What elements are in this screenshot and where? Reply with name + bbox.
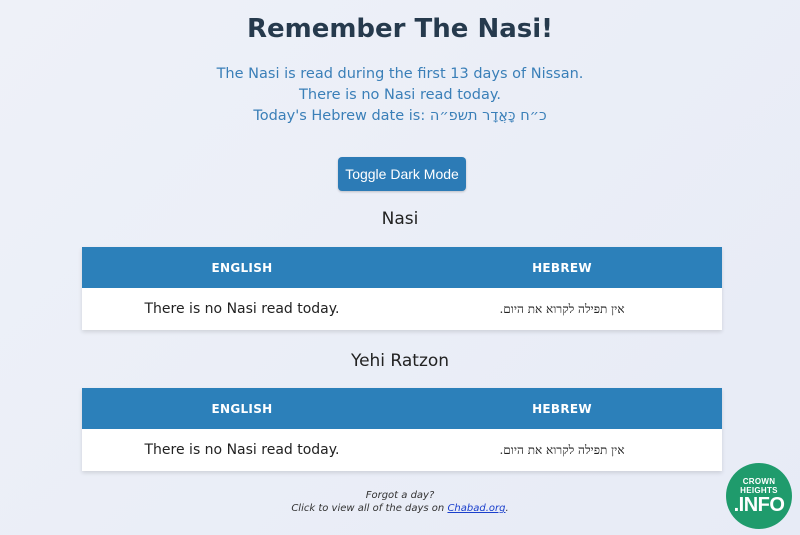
- column-header-hebrew: HEBREW: [402, 247, 722, 288]
- info-line-nissan: The Nasi is read during the first 13 day…: [216, 66, 584, 82]
- chabad-link[interactable]: Chabad.org: [447, 503, 505, 514]
- yehi-ratzon-table: ENGLISH HEBREW There is no Nasi read tod…: [82, 388, 722, 471]
- column-header-english: ENGLISH: [82, 388, 402, 429]
- footer-forgot-text: Forgot a day?: [365, 490, 435, 501]
- table-row: There is no Nasi read today. אין תפילה ל…: [82, 429, 722, 471]
- logo-line1: CROWN: [742, 477, 776, 486]
- page-title: Remember The Nasi!: [246, 14, 554, 44]
- table-header-row: ENGLISH HEBREW: [82, 388, 722, 429]
- section-title-yehi-ratzon: Yehi Ratzon: [350, 351, 450, 371]
- hebrew-cell: אין תפילה לקרוא את היום.: [499, 442, 625, 457]
- footer-prefix: Click to view all of the days on: [291, 503, 448, 514]
- english-cell: There is no Nasi read today.: [144, 442, 340, 458]
- footer-suffix: .: [505, 503, 509, 514]
- table-header-row: ENGLISH HEBREW: [82, 247, 722, 288]
- crownheights-logo[interactable]: CROWN HEIGHTS .INFO: [726, 463, 792, 529]
- table-row: There is no Nasi read today. אין תפילה ל…: [82, 288, 722, 330]
- info-block: The Nasi is read during the first 13 day…: [0, 64, 800, 127]
- toggle-dark-mode-button[interactable]: Toggle Dark Mode: [338, 157, 466, 191]
- english-cell: There is no Nasi read today.: [144, 301, 340, 317]
- hebrew-cell: אין תפילה לקרוא את היום.: [499, 301, 625, 316]
- column-header-hebrew: HEBREW: [402, 388, 722, 429]
- nasi-table: ENGLISH HEBREW There is no Nasi read tod…: [82, 247, 722, 330]
- info-line-today: There is no Nasi read today.: [299, 87, 501, 103]
- page: Remember The Nasi! The Nasi is read duri…: [0, 0, 800, 535]
- footer: Forgot a day? Click to view all of the d…: [0, 489, 800, 515]
- footer-link-line: Click to view all of the days on Chabad.…: [0, 502, 800, 515]
- section-title-nasi: Nasi: [381, 209, 419, 229]
- info-line-hebrew-date: Today's Hebrew date is: כ״ח כָּאֲדָר תשפ…: [253, 108, 547, 124]
- column-header-english: ENGLISH: [82, 247, 402, 288]
- logo-line3: .INFO: [733, 494, 785, 516]
